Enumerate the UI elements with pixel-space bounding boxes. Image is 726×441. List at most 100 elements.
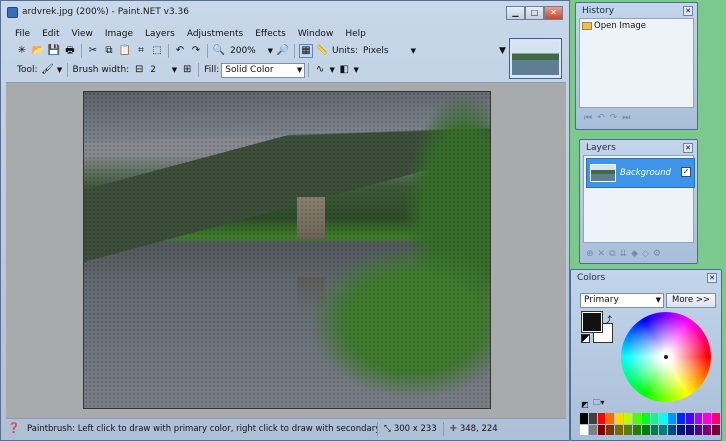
antialiasing-icon[interactable]: ∿ — [313, 63, 327, 77]
palette-swatch[interactable] — [703, 413, 712, 424]
add-layer-icon[interactable]: ⊕ — [586, 249, 594, 259]
palette-swatch[interactable] — [641, 413, 650, 424]
paste-icon[interactable]: 📋 — [118, 44, 132, 58]
palette-swatch[interactable] — [685, 413, 694, 424]
palette-swatch[interactable] — [650, 424, 659, 435]
menu-view[interactable]: View — [66, 26, 99, 42]
primary-color-swatch[interactable] — [581, 311, 603, 333]
close-icon[interactable]: ✕ — [683, 143, 693, 153]
menu-effects[interactable]: Effects — [249, 26, 292, 42]
maximize-button[interactable]: □ — [525, 6, 544, 20]
more-button[interactable]: More >> — [666, 293, 716, 308]
close-icon[interactable]: ✕ — [707, 273, 717, 283]
minimize-button[interactable]: ▁ — [506, 6, 525, 20]
palette-swatch[interactable] — [597, 413, 606, 424]
history-item[interactable]: Open Image — [582, 21, 646, 31]
deselect-icon[interactable]: ⬚ — [150, 44, 164, 58]
swap-colors-icon[interactable]: ⤴ — [603, 313, 612, 326]
chevron-down-icon[interactable]: ▼ — [329, 63, 335, 77]
units-combo[interactable]: Pixels ▼ — [360, 45, 418, 58]
new-file-icon[interactable]: ✳ — [15, 44, 29, 58]
palette-swatch[interactable] — [580, 424, 588, 435]
color-wheel-cursor[interactable] — [664, 355, 668, 359]
palette-swatch[interactable] — [659, 413, 668, 424]
copy-icon[interactable]: ⧉ — [102, 44, 116, 58]
palette-swatch[interactable] — [624, 424, 632, 435]
palette-swatch[interactable] — [668, 424, 676, 435]
canvas-workspace[interactable] — [6, 82, 566, 418]
undo-icon[interactable]: ↶ — [173, 44, 187, 58]
menu-image[interactable]: Image — [99, 26, 139, 42]
move-up-icon[interactable]: ◆ — [631, 249, 638, 259]
rewind-icon[interactable]: ⏮ — [584, 113, 592, 123]
fill-combo[interactable]: Solid Color ▼ — [221, 62, 306, 78]
palette-swatch[interactable] — [694, 424, 703, 435]
menu-edit[interactable]: Edit — [36, 26, 65, 42]
paintbrush-icon[interactable]: 🖌 — [41, 63, 55, 77]
redo-icon[interactable]: ↷ — [189, 44, 203, 58]
duplicate-layer-icon[interactable]: ⧉ — [609, 249, 615, 259]
blend-mode-icon[interactable]: ◧ — [337, 63, 351, 77]
palette-swatch[interactable] — [624, 413, 632, 424]
chevron-down-icon[interactable]: ▼ — [353, 63, 359, 77]
palette-menu-icon[interactable]: 🗀▾ — [593, 397, 605, 411]
palette-swatch[interactable] — [606, 424, 615, 435]
layer-properties-icon[interactable]: ⚙ — [653, 249, 661, 259]
palette-swatch[interactable] — [632, 413, 641, 424]
palette-swatch[interactable] — [588, 424, 597, 435]
palette-swatch[interactable] — [580, 413, 588, 424]
palette-swatch[interactable] — [641, 424, 650, 435]
save-icon[interactable]: 💾 — [47, 44, 61, 58]
undo-icon[interactable]: ↶ — [597, 113, 605, 123]
palette-swatch[interactable] — [694, 413, 703, 424]
palette-swatch[interactable] — [606, 413, 615, 424]
canvas-image[interactable] — [83, 91, 491, 409]
print-icon[interactable]: 🖶 — [63, 44, 77, 58]
menu-file[interactable]: File — [5, 26, 36, 42]
move-down-icon[interactable]: ◇ — [642, 249, 649, 259]
palette-swatch[interactable] — [632, 424, 641, 435]
toolbar-overflow-icon[interactable]: ▼ — [499, 46, 506, 56]
decrease-icon[interactable]: ⊟ — [132, 63, 146, 77]
palette-swatch[interactable] — [703, 424, 712, 435]
color-mode-combo[interactable]: Primary ▼ — [580, 293, 664, 308]
menu-window[interactable]: Window — [292, 26, 340, 42]
palette-swatch[interactable] — [712, 424, 720, 435]
close-icon[interactable]: ✕ — [683, 6, 693, 16]
delete-layer-icon[interactable]: ✕ — [598, 249, 606, 259]
palette-swatch[interactable] — [597, 424, 606, 435]
crop-icon[interactable]: ⌗ — [134, 44, 148, 58]
fast-forward-icon[interactable]: ⏭ — [622, 113, 630, 123]
zoom-in-icon[interactable]: 🔎 — [276, 44, 290, 58]
close-button[interactable]: ✕ — [544, 6, 563, 20]
palette-swatch[interactable] — [685, 424, 694, 435]
cut-icon[interactable]: ✂ — [86, 44, 100, 58]
menu-layers[interactable]: Layers — [139, 26, 181, 42]
increase-icon[interactable]: ⊞ — [180, 63, 194, 77]
chevron-down-icon[interactable]: ▼ — [57, 63, 63, 77]
menu-adjustments[interactable]: Adjustments — [181, 26, 249, 42]
palette-swatch[interactable] — [650, 413, 659, 424]
color-wheel[interactable] — [621, 312, 711, 402]
brush-width-input[interactable]: 2 ▼ — [147, 64, 179, 77]
grid-icon[interactable]: ▦ — [299, 44, 313, 58]
palette-swatch[interactable] — [712, 413, 720, 424]
palette-swatch[interactable] — [659, 424, 668, 435]
palette-swatch[interactable] — [615, 424, 624, 435]
palette-swatch[interactable] — [668, 413, 676, 424]
color-picker-mode-icon[interactable]: ◩ — [581, 400, 589, 409]
image-thumbnail-tab[interactable] — [509, 38, 562, 79]
palette-swatch[interactable] — [615, 413, 624, 424]
open-folder-icon[interactable]: 📂 — [31, 44, 45, 58]
menu-help[interactable]: Help — [339, 26, 372, 42]
layer-visibility-checkbox[interactable]: ✓ — [681, 167, 691, 177]
redo-icon[interactable]: ↷ — [610, 113, 618, 123]
zoom-combo[interactable]: 200% ▼ — [227, 45, 275, 58]
palette-swatch[interactable] — [676, 413, 685, 424]
merge-layer-icon[interactable]: ⇊ — [620, 249, 628, 259]
ruler-icon[interactable]: 📏 — [315, 44, 329, 58]
reset-colors-icon[interactable] — [581, 334, 590, 343]
layer-row[interactable]: Background ✓ — [586, 158, 695, 188]
zoom-out-icon[interactable]: 🔍 — [212, 44, 226, 58]
palette-swatch[interactable] — [676, 424, 685, 435]
